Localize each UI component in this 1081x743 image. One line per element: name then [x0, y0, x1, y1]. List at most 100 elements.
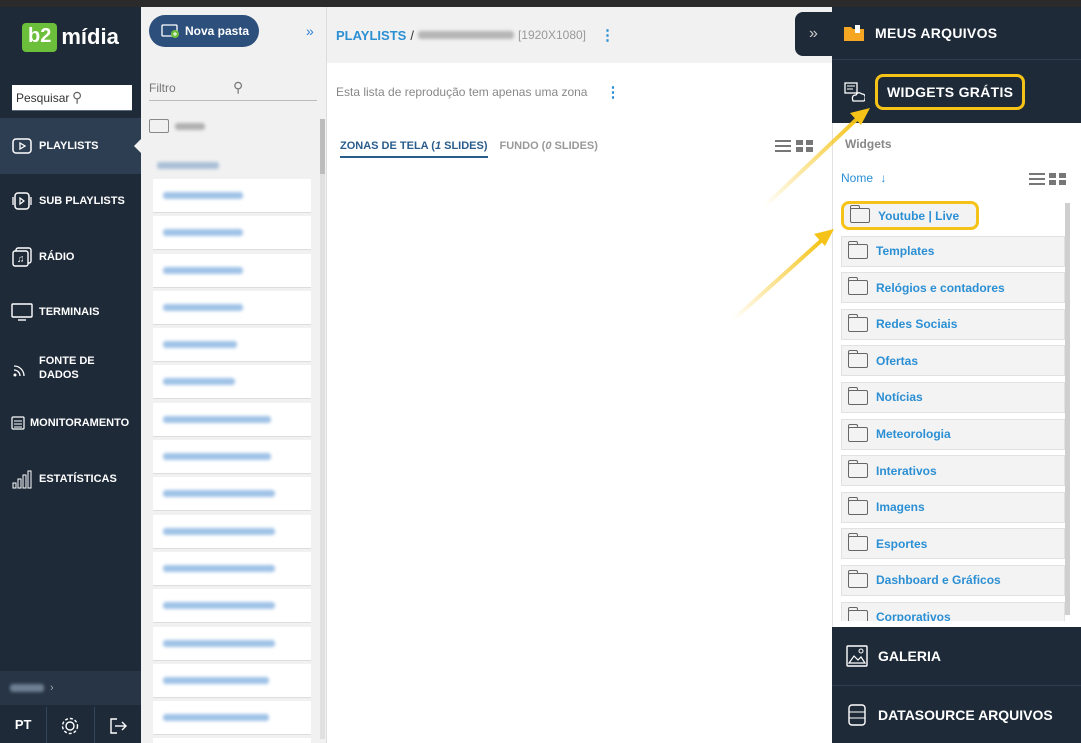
folder-label: Esportes: [876, 536, 928, 551]
meus-arquivos-label: MEUS ARQUIVOS: [875, 25, 998, 41]
folder-icon: [847, 569, 868, 588]
list-view-icon[interactable]: [1029, 173, 1045, 185]
main-sidebar: b2 mídia Pesquisar ⚲ PLAYLISTS SUB PLAYL…: [0, 7, 141, 743]
nav-item-monitoramento[interactable]: MONITORAMENTO: [0, 396, 141, 452]
monitoring-icon: [11, 414, 25, 432]
tab-zonas-de-tela[interactable]: ZONAS DE TELA (1 SLIDES): [340, 140, 488, 158]
list-item[interactable]: [153, 440, 311, 475]
collapse-folders-icon[interactable]: »: [306, 23, 314, 39]
list-item[interactable]: [153, 663, 311, 698]
right-panel: MEUS ARQUIVOS WIDGETS GRÁTIS Widgets Nom…: [832, 7, 1081, 743]
widget-folder-list: Youtube | Live Templates Relógios e cont…: [841, 201, 1065, 621]
folder-tree-sub[interactable]: [157, 161, 219, 172]
datasource-header[interactable]: DATASOURCE ARQUIVOS: [832, 685, 1081, 743]
list-item[interactable]: [153, 589, 311, 624]
folder-icon: [847, 533, 868, 552]
folder-plus-icon: [161, 22, 179, 41]
search-icon[interactable]: ⚲: [72, 89, 128, 106]
list-item[interactable]: [153, 328, 311, 363]
datasource-label: DATASOURCE ARQUIVOS: [878, 706, 1053, 723]
widget-folder-item[interactable]: Relógios e contadores: [841, 272, 1065, 304]
folder-scrollbar[interactable]: [320, 119, 325, 739]
sort-by-name[interactable]: Nome ↓: [841, 171, 886, 185]
more-vertical-icon[interactable]: ⋮: [600, 26, 615, 44]
folder-icon: [847, 313, 868, 332]
widgets-gratis-header[interactable]: WIDGETS GRÁTIS: [832, 59, 1081, 123]
nav-search-input[interactable]: Pesquisar ⚲: [12, 85, 132, 111]
folder-filter-input[interactable]: Filtro ⚲: [149, 75, 317, 101]
list-view-icon[interactable]: [775, 140, 791, 152]
list-item[interactable]: [153, 402, 311, 437]
breadcrumb-playlists-link[interactable]: PLAYLISTS: [336, 28, 406, 43]
folder-icon: [847, 240, 868, 259]
widgets-scrollbar[interactable]: [1065, 203, 1070, 615]
widget-folder-item[interactable]: Youtube | Live: [841, 201, 979, 230]
search-icon: ⚲: [233, 79, 244, 95]
nav-item-terminais[interactable]: TERMINAIS: [0, 285, 141, 341]
tab-suffix: SLIDES): [551, 140, 598, 152]
nav-item-estatisticas[interactable]: ESTATÍSTICAS: [0, 451, 141, 507]
settings-gear-icon[interactable]: [47, 707, 95, 743]
collapse-panel-icon[interactable]: »: [795, 12, 832, 56]
widget-folder-item[interactable]: Ofertas: [841, 345, 1065, 377]
user-menu[interactable]: ›: [0, 671, 141, 705]
list-item[interactable]: [153, 253, 311, 288]
sort-label: Nome: [841, 171, 874, 185]
widgets-breadcrumb[interactable]: Widgets: [845, 137, 892, 151]
logout-icon[interactable]: [95, 707, 141, 743]
list-item[interactable]: [153, 738, 311, 743]
playlist-resolution: [1920X1080]: [517, 28, 587, 42]
folder-tree-root[interactable]: [149, 119, 205, 133]
widget-folder-item[interactable]: Meteorologia: [841, 418, 1065, 450]
nav-item-playlists[interactable]: PLAYLISTS: [0, 118, 141, 174]
widget-folder-item[interactable]: Imagens: [841, 491, 1065, 523]
galeria-header[interactable]: GALERIA: [832, 627, 1081, 685]
grid-view-icon[interactable]: [1049, 173, 1066, 185]
widget-folder-item[interactable]: Corporativos: [841, 601, 1065, 621]
grid-view-icon[interactable]: [796, 140, 813, 152]
list-item[interactable]: [153, 179, 311, 213]
list-item[interactable]: [153, 701, 311, 736]
meus-arquivos-header[interactable]: MEUS ARQUIVOS: [832, 7, 1081, 59]
nav-item-label: FONTE DE DADOS: [39, 354, 95, 381]
list-item[interactable]: [153, 365, 311, 400]
nav-item-label: TERMINAIS: [39, 306, 100, 319]
new-folder-label: Nova pasta: [185, 24, 250, 38]
list-item[interactable]: [153, 514, 311, 549]
playlist-name-redacted: [417, 31, 514, 39]
breadcrumb: PLAYLISTS / [1920X1080] ⋮: [327, 7, 832, 63]
widgets-cloud-icon: [843, 81, 865, 102]
list-item[interactable]: [153, 551, 311, 586]
window-top-border: [0, 0, 1081, 7]
more-vertical-icon[interactable]: ⋮: [605, 83, 620, 101]
radio-icon: ♫: [11, 247, 33, 267]
widget-folder-item[interactable]: Notícias: [841, 381, 1065, 413]
image-gallery-icon: [846, 645, 868, 667]
nav-item-radio[interactable]: ♫ RÁDIO: [0, 229, 141, 285]
nav-footer: PT: [0, 707, 141, 743]
folder-icon: [847, 277, 868, 296]
list-item[interactable]: [153, 290, 311, 325]
tab-fundo[interactable]: FUNDO (0 SLIDES): [500, 140, 598, 158]
folder-label: Redes Sociais: [876, 317, 958, 332]
widget-folder-item[interactable]: Esportes: [841, 528, 1065, 560]
nav-item-fonte-de-dados[interactable]: FONTE DE DADOS: [0, 340, 141, 396]
language-button[interactable]: PT: [0, 707, 48, 743]
widget-folder-item[interactable]: Redes Sociais: [841, 308, 1065, 340]
nav-menu: PLAYLISTS SUB PLAYLISTS ♫ RÁDIO TERMINAI…: [0, 118, 141, 507]
folder-icon: [847, 423, 868, 442]
folder-label: Notícias: [876, 390, 923, 405]
widget-folder-item[interactable]: Dashboard e Gráficos: [841, 564, 1065, 596]
arrow-to-youtube-live: [731, 229, 834, 322]
logo-badge: b2: [22, 22, 58, 52]
widgets-gratis-label: WIDGETS GRÁTIS: [875, 73, 1026, 110]
widget-folder-item[interactable]: Templates: [841, 235, 1065, 267]
galeria-label: GALERIA: [878, 648, 941, 664]
widget-folder-item[interactable]: Interativos: [841, 455, 1065, 487]
nav-item-sub-playlists[interactable]: SUB PLAYLISTS: [0, 174, 141, 230]
list-item[interactable]: [153, 626, 311, 661]
list-item[interactable]: [153, 216, 311, 251]
new-folder-button[interactable]: Nova pasta: [149, 15, 259, 47]
list-item[interactable]: [153, 477, 311, 512]
tab-suffix: SLIDES): [441, 140, 488, 152]
